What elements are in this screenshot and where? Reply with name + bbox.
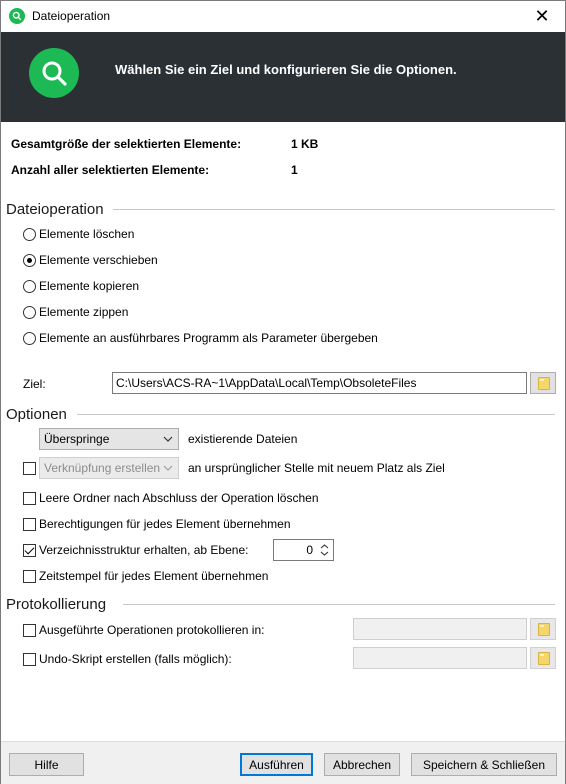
- link-label: an ursprünglicher Stelle mit neuem Platz…: [188, 461, 445, 475]
- target-path-input[interactable]: C:\Users\ACS-RA~1\AppData\Local\Temp\Obs…: [112, 372, 527, 394]
- checkbox[interactable]: [23, 517, 36, 531]
- folder-icon: [538, 377, 550, 390]
- select-value: Verknüpfung erstellen: [44, 461, 161, 475]
- radio-label: Elemente löschen: [39, 227, 135, 241]
- stepper-arrows-icon[interactable]: [317, 541, 332, 559]
- radio-label: Elemente verschieben: [39, 253, 158, 267]
- radio-pass-to-program[interactable]: Elemente an ausführbares Programm als Pa…: [23, 331, 378, 345]
- chevron-down-icon: [163, 436, 173, 442]
- count-label: Anzahl aller selektierten Elemente:: [11, 163, 210, 177]
- checkbox-label: Undo-Skript erstellen (falls möglich):: [39, 652, 232, 666]
- section-heading-options: Optionen: [6, 406, 67, 423]
- radio-delete[interactable]: Elemente löschen: [23, 227, 134, 241]
- radio-button[interactable]: [23, 253, 36, 267]
- link-checkbox[interactable]: [23, 461, 36, 475]
- radio-label: Elemente zippen: [39, 305, 129, 319]
- undo-path-input[interactable]: [353, 647, 527, 669]
- radio-move[interactable]: Elemente verschieben: [23, 253, 158, 267]
- level-value: 0: [306, 543, 313, 557]
- empty-folders-option[interactable]: Leere Ordner nach Abschluss der Operatio…: [23, 491, 319, 505]
- existing-files-label: existierende Dateien: [188, 432, 298, 446]
- browse-log-button[interactable]: [530, 618, 556, 640]
- divider: [123, 604, 555, 605]
- checkbox-label: Zeitstempel für jedes Element übernehmen: [39, 569, 269, 583]
- section-heading-logging: Protokollierung: [6, 596, 107, 613]
- link-checkbox-row[interactable]: [23, 461, 39, 475]
- browse-target-button[interactable]: [530, 372, 556, 394]
- radio-button[interactable]: [23, 227, 36, 241]
- title-bar: Dateioperation ✕: [1, 1, 565, 32]
- checkbox-label: Ausgeführte Operationen protokollieren i…: [39, 623, 265, 637]
- log-path-input[interactable]: [353, 618, 527, 640]
- help-button[interactable]: Hilfe: [9, 753, 84, 776]
- close-icon: ✕: [534, 6, 550, 26]
- folder-icon: [538, 652, 550, 665]
- folder-icon: [538, 623, 550, 636]
- level-stepper[interactable]: 0: [273, 539, 334, 561]
- banner-instruction: Wählen Sie ein Ziel und konfigurieren Si…: [115, 62, 457, 77]
- link-mode-select[interactable]: Verknüpfung erstellen: [39, 457, 179, 479]
- timestamps-option[interactable]: Zeitstempel für jedes Element übernehmen: [23, 569, 268, 583]
- app-search-icon: [9, 8, 25, 24]
- permissions-option[interactable]: Berechtigungen für jedes Element überneh…: [23, 517, 291, 531]
- divider: [77, 414, 555, 415]
- checkbox[interactable]: [23, 623, 36, 637]
- total-size-value: 1 KB: [291, 137, 319, 151]
- footer-bar: Hilfe Ausführen Abbrechen Speichern & Sc…: [1, 741, 565, 784]
- select-value: Überspringe: [44, 432, 110, 446]
- close-button[interactable]: ✕: [519, 1, 565, 32]
- checkbox-label: Leere Ordner nach Abschluss der Operatio…: [39, 491, 319, 505]
- radio-button[interactable]: [23, 331, 36, 345]
- checkbox[interactable]: [23, 569, 36, 583]
- radio-button[interactable]: [23, 279, 36, 293]
- log-operations-option[interactable]: Ausgeführte Operationen protokollieren i…: [23, 623, 264, 637]
- checkbox[interactable]: [23, 543, 36, 557]
- chevron-down-icon: [163, 465, 173, 471]
- divider: [113, 209, 555, 210]
- radio-copy[interactable]: Elemente kopieren: [23, 279, 139, 293]
- undo-script-option[interactable]: Undo-Skript erstellen (falls möglich):: [23, 652, 232, 666]
- keep-structure-option[interactable]: Verzeichnisstruktur erhalten, ab Ebene:: [23, 543, 248, 557]
- window-title: Dateioperation: [32, 9, 111, 23]
- radio-button[interactable]: [23, 305, 36, 319]
- checkbox-label: Berechtigungen für jedes Element überneh…: [39, 517, 291, 531]
- header-banner: Wählen Sie ein Ziel und konfigurieren Si…: [1, 32, 565, 122]
- run-button[interactable]: Ausführen: [240, 753, 313, 776]
- checkbox[interactable]: [23, 491, 36, 505]
- count-value: 1: [291, 163, 298, 177]
- search-icon: [29, 48, 79, 98]
- save-close-button[interactable]: Speichern & Schließen: [411, 753, 557, 776]
- radio-label: Elemente an ausführbares Programm als Pa…: [39, 331, 378, 345]
- radio-label: Elemente kopieren: [39, 279, 140, 293]
- total-size-label: Gesamtgröße der selektierten Elemente:: [11, 137, 242, 151]
- target-label: Ziel:: [23, 377, 46, 391]
- radio-zip[interactable]: Elemente zippen: [23, 305, 128, 319]
- section-heading-operation: Dateioperation: [6, 201, 104, 218]
- cancel-button[interactable]: Abbrechen: [324, 753, 400, 776]
- browse-undo-button[interactable]: [530, 647, 556, 669]
- existing-files-select[interactable]: Überspringe: [39, 428, 179, 450]
- checkbox[interactable]: [23, 652, 36, 666]
- checkbox-label: Verzeichnisstruktur erhalten, ab Ebene:: [39, 543, 249, 557]
- dialog-window: Dateioperation ✕ Wählen Sie ein Ziel und…: [0, 0, 566, 784]
